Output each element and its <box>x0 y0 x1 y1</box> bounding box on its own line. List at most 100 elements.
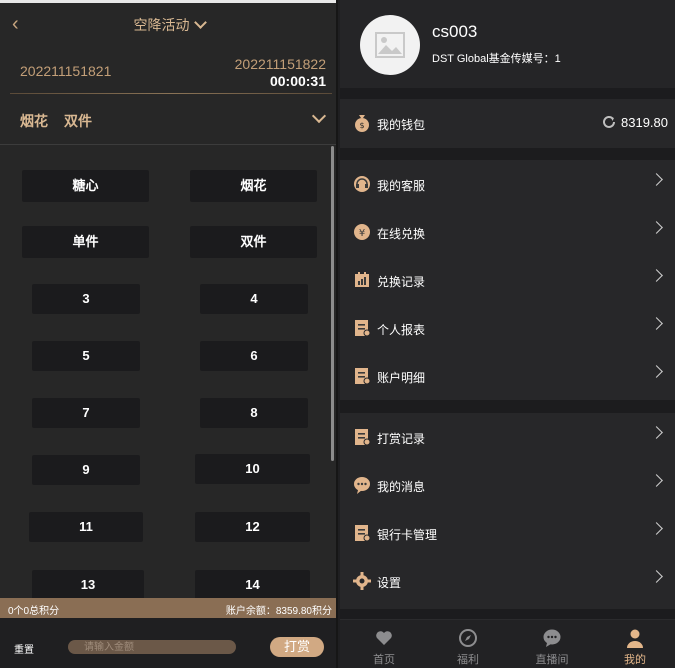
amount-input[interactable] <box>68 640 236 654</box>
countdown-timer: 00:00:31 <box>269 73 326 89</box>
refresh-icon[interactable] <box>601 114 617 130</box>
user-subtitle: DST Global基金传媒号：1 <box>432 53 561 65</box>
avatar[interactable] <box>360 15 420 75</box>
tab-item[interactable]: 福利 <box>426 620 510 668</box>
reset-button[interactable]: 重置 <box>14 641 34 656</box>
tip-submit-button[interactable]: 打赏 <box>270 637 324 657</box>
money-bag-icon: $ <box>355 115 369 132</box>
svg-text:¥: ¥ <box>359 228 365 239</box>
tab-item[interactable]: 直播间 <box>510 620 594 668</box>
svg-text:$: $ <box>359 121 364 130</box>
chat-icon <box>543 629 561 647</box>
menu-label: 打赏记录 <box>377 432 426 446</box>
chevron-right-icon <box>650 173 663 186</box>
bet-option-button[interactable]: 双件 <box>190 226 317 258</box>
menu-row[interactable]: ¥ 在线兑换 <box>340 208 675 256</box>
menu-label: 我的消息 <box>377 480 426 494</box>
tab-label: 首页 <box>373 654 395 666</box>
menu-group-1: 我的客服 ¥ 在线兑换兑换记录个人报表账户明细 <box>340 160 675 400</box>
menu-row[interactable]: 兑换记录 <box>340 256 675 304</box>
bet-summary: 0个0总积分 <box>8 606 60 617</box>
image-placeholder-icon <box>375 32 405 58</box>
next-issue: 202211151822 <box>234 56 326 72</box>
bet-option-button[interactable]: 8 <box>200 398 308 428</box>
bet-option-button[interactable]: 3 <box>32 284 140 314</box>
menu-label: 兑换记录 <box>377 275 426 289</box>
play-mode: 双件 <box>64 113 92 129</box>
tab-item[interactable]: 我的 <box>593 620 675 668</box>
profile-header: cs003 DST Global基金传媒号：1 <box>340 0 675 88</box>
menu-group-2: 打赏记录我的消息银行卡管理设置 <box>340 413 675 609</box>
chevron-right-icon <box>650 570 663 583</box>
message-icon <box>354 477 370 494</box>
menu-row[interactable]: 打赏记录 <box>340 413 675 461</box>
play-type-selector[interactable]: 烟花 双件 <box>0 97 336 145</box>
heart-icon <box>376 631 392 645</box>
detail-icon <box>355 368 371 385</box>
menu-label: 账户明细 <box>377 371 426 385</box>
chevron-right-icon <box>650 522 663 535</box>
gear-icon <box>353 572 371 590</box>
play-group: 烟花 <box>20 113 48 129</box>
exchange-icon: ¥ <box>354 224 370 240</box>
bet-options-grid: 糖心 烟花单件 双件 3 4 5 6 7 8 9 10 11 12 13 14 <box>0 146 330 598</box>
menu-row[interactable]: 账户明细 <box>340 352 675 400</box>
tip-record-icon <box>355 429 371 446</box>
menu-row[interactable]: 我的消息 <box>340 461 675 509</box>
tab-label: 福利 <box>457 654 479 666</box>
current-issue: 202211151821 <box>20 63 112 79</box>
menu-label: 个人报表 <box>377 323 426 337</box>
chevron-right-icon <box>650 317 663 330</box>
wallet-group: $ 我的钱包 8319.80 <box>340 99 675 148</box>
top-divider <box>0 0 336 3</box>
activity-title: 空降活动 <box>133 17 190 33</box>
activity-selector[interactable]: 空降活动 <box>0 15 336 35</box>
profile-panel: cs003 DST Global基金传媒号：1 $ 我的钱包 8319.80 我… <box>340 0 675 668</box>
bet-option-button[interactable]: 10 <box>195 454 310 484</box>
menu-row[interactable]: 个人报表 <box>340 304 675 352</box>
bet-option-button[interactable]: 7 <box>32 398 140 428</box>
betting-panel: ‹ 空降活动 202211151821 202211151822 00:00:3… <box>0 0 338 668</box>
bet-option-button[interactable]: 糖心 <box>22 170 149 202</box>
gold-divider <box>10 93 332 94</box>
chevron-right-icon <box>650 221 663 234</box>
calendar-icon <box>355 272 369 287</box>
bet-option-button[interactable]: 单件 <box>22 226 149 258</box>
bet-option-button[interactable]: 烟花 <box>190 170 317 202</box>
bet-option-button[interactable]: 9 <box>32 455 140 485</box>
scrollbar[interactable] <box>331 146 334 461</box>
person-icon <box>627 629 643 648</box>
bet-option-button[interactable]: 5 <box>32 341 140 371</box>
chevron-right-icon <box>650 365 663 378</box>
bet-option-button[interactable]: 11 <box>29 512 143 542</box>
chevron-right-icon <box>650 426 663 439</box>
username: cs003 <box>432 22 478 41</box>
bottom-tab-bar: 首页 福利 直播间 我的 <box>340 619 675 668</box>
wallet-row[interactable]: $ 我的钱包 8319.80 <box>340 99 675 147</box>
bank-card-icon <box>355 525 371 542</box>
menu-row[interactable]: 我的客服 <box>340 160 675 208</box>
tab-item[interactable]: 首页 <box>342 620 426 668</box>
bet-option-button[interactable]: 14 <box>195 570 310 598</box>
menu-row[interactable]: 银行卡管理 <box>340 509 675 557</box>
chevron-down-icon <box>193 16 207 29</box>
wallet-amount: 8319.80 <box>621 115 668 130</box>
menu-label: 在线兑换 <box>377 227 426 241</box>
menu-label: 设置 <box>377 576 402 590</box>
tab-label: 我的 <box>624 654 646 666</box>
menu-label: 银行卡管理 <box>377 528 438 542</box>
chevron-down-icon <box>311 108 327 124</box>
bet-action-bar: 重置 打赏 <box>0 618 336 668</box>
bet-option-button[interactable]: 4 <box>200 284 308 314</box>
wallet-label: 我的钱包 <box>377 118 426 132</box>
chevron-right-icon <box>650 269 663 282</box>
balance-bar: 0个0总积分 账户余额：8359.80积分 <box>0 598 336 618</box>
compass-icon <box>459 629 477 647</box>
bet-option-button[interactable]: 13 <box>32 570 144 598</box>
menu-row[interactable]: 设置 <box>340 557 675 605</box>
report-icon <box>355 320 371 337</box>
chevron-right-icon <box>650 474 663 487</box>
bet-option-button[interactable]: 12 <box>195 512 310 542</box>
headset-icon <box>354 176 370 192</box>
bet-option-button[interactable]: 6 <box>200 341 308 371</box>
